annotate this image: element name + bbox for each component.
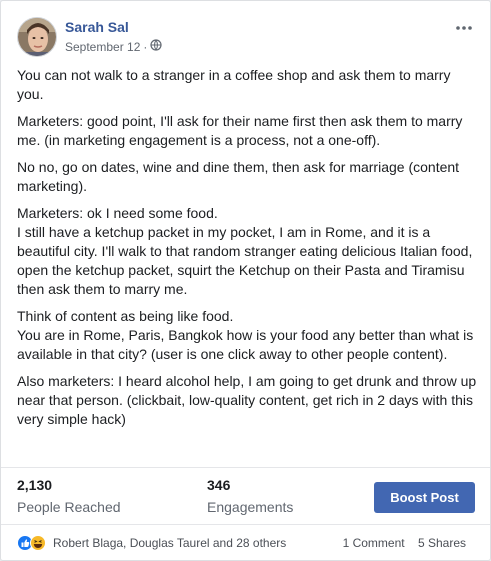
engagement-counts: 1 Comment 5 Shares	[343, 536, 466, 550]
reactions-footer: Robert Blaga, Douglas Taurel and 28 othe…	[17, 533, 474, 553]
people-reached-value: 2,130	[17, 477, 53, 493]
reactions-names[interactable]: Robert Blaga, Douglas Taurel and 28 othe…	[53, 536, 286, 550]
post-header: Sarah Sal September 12 ·	[17, 17, 474, 61]
post-paragraph: Think of content as being like food. You…	[17, 308, 474, 362]
comments-count[interactable]: 1 Comment	[343, 536, 405, 550]
footer-divider	[1, 524, 490, 525]
people-reached-stat: 2,130 People Reached	[17, 477, 121, 515]
engagements-label: Engagements	[207, 499, 294, 515]
haha-reaction-icon	[30, 535, 46, 551]
post-paragraph: No no, go on dates, wine and dine them, …	[17, 159, 460, 194]
post-paragraph: Also marketers: I heard alcohol help, I …	[17, 373, 477, 427]
post-paragraph: Marketers: good point, I'll ask for thei…	[17, 113, 463, 148]
boost-post-button[interactable]: Boost Post	[374, 482, 475, 513]
shares-count[interactable]: 5 Shares	[418, 536, 466, 550]
post-card: Sarah Sal September 12 · You can not wal…	[0, 0, 491, 561]
globe-icon	[150, 39, 162, 54]
more-options-icon[interactable]	[454, 21, 474, 35]
post-paragraph: You can not walk to a stranger in a coff…	[17, 67, 451, 102]
post-meta: September 12 ·	[65, 39, 162, 54]
post-date[interactable]: September 12	[65, 40, 140, 54]
meta-separator: ·	[143, 39, 148, 54]
author-name[interactable]: Sarah Sal	[65, 19, 129, 35]
engagements-stat: 346 Engagements	[207, 477, 293, 515]
post-paragraph: Marketers: ok I need some food. I still …	[17, 205, 473, 297]
post-body: You can not walk to a stranger in a coff…	[17, 66, 479, 437]
reaction-icons[interactable]	[17, 535, 51, 551]
people-reached-label: People Reached	[17, 499, 121, 515]
avatar[interactable]	[17, 17, 57, 57]
engagements-value: 346	[207, 477, 231, 493]
stats-divider	[1, 467, 490, 468]
counts-spacer	[408, 536, 415, 550]
